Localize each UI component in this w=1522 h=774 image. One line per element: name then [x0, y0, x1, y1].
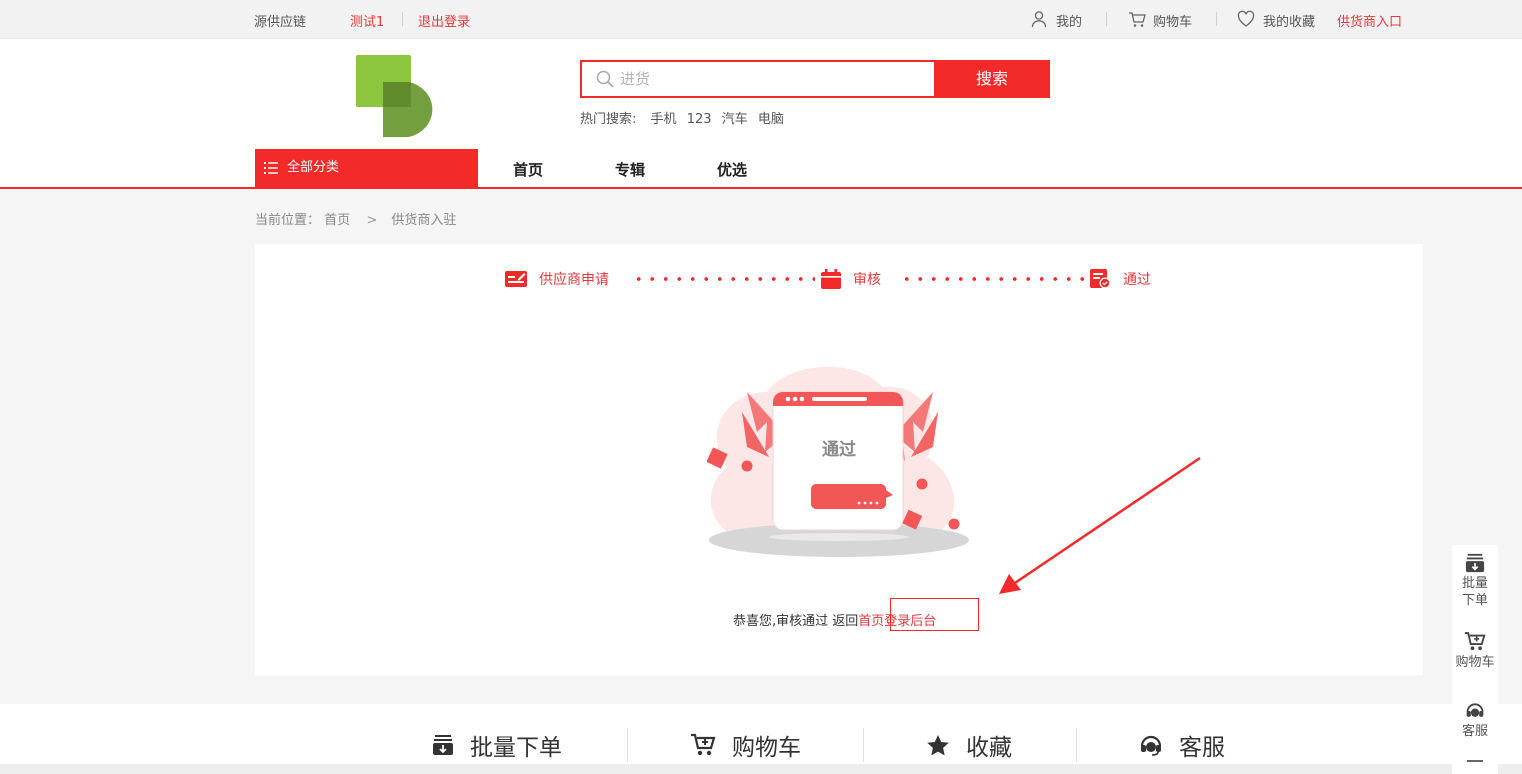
step-connector	[900, 277, 1085, 281]
list-icon	[264, 162, 278, 174]
site-brand-link[interactable]: 源供应链	[254, 11, 306, 30]
footer-label: 购物车	[732, 735, 801, 761]
step-review: 审核	[821, 269, 881, 289]
cart-icon	[1129, 12, 1146, 27]
illustration-card-text: 通过	[822, 440, 856, 460]
cart-add-icon	[691, 733, 716, 756]
nav-item-featured[interactable]: 优选	[717, 159, 747, 180]
footer-label: 收藏	[966, 735, 1012, 761]
site-logo[interactable]	[355, 55, 441, 137]
float-batch-order[interactable]: 批量 下单	[1452, 553, 1498, 609]
float-label: 下单	[1461, 593, 1488, 608]
user-name-link[interactable]: 测试1	[350, 11, 384, 30]
search-box	[580, 60, 936, 98]
float-label: 批量	[1461, 576, 1488, 591]
float-cart[interactable]: 购物车	[1452, 631, 1498, 671]
step-passed: 通过	[1090, 269, 1151, 289]
calendar-icon	[821, 269, 841, 289]
star-icon	[927, 734, 949, 755]
footer-quick-links: 批量下单 购物车 收藏 客服	[0, 704, 1522, 764]
nav-item-album[interactable]: 专辑	[615, 159, 645, 180]
annotation-arrow	[999, 456, 1201, 594]
divider	[863, 728, 864, 762]
hot-term-link[interactable]: 电脑	[758, 112, 784, 127]
breadcrumb-home[interactable]: 首页	[324, 213, 350, 228]
batch-order-icon	[433, 735, 453, 755]
main-nav: 全部分类 首页 专辑 优选	[0, 149, 1522, 189]
top-bar: 源供应链 测试1 退出登录 我的 购物车 我的收藏 供货商入口	[0, 0, 1522, 39]
floating-toolbar: 批量 下单 购物车 客服	[1452, 545, 1498, 774]
footer-cart[interactable]: 购物车	[690, 728, 801, 762]
search-icon	[596, 70, 614, 88]
user-icon	[1031, 11, 1047, 28]
step-label: 审核	[853, 272, 881, 288]
footer-label: 批量下单	[470, 735, 562, 761]
cart-link[interactable]: 购物车	[1153, 11, 1192, 30]
approved-illustration: 通过	[707, 366, 969, 557]
step-apply: 供应商申请	[505, 269, 609, 289]
footer-favorites[interactable]: 收藏	[926, 728, 1012, 762]
approved-document-icon	[1090, 269, 1111, 289]
float-service[interactable]: 客服	[1452, 701, 1498, 740]
headset-icon	[1466, 703, 1484, 717]
nav-item-home[interactable]: 首页	[513, 159, 543, 180]
step-label: 通过	[1123, 272, 1151, 288]
divider	[1106, 12, 1107, 26]
hot-search-label: 热门搜索:	[580, 112, 637, 127]
footer-batch-order[interactable]: 批量下单	[432, 728, 562, 762]
all-categories-label: 全部分类	[287, 160, 340, 175]
step-connector	[632, 277, 815, 281]
hot-term-link[interactable]: 123	[687, 112, 712, 127]
hot-term-link[interactable]: 汽车	[722, 112, 748, 127]
content-panel: 供应商申请 审核 通过 通过 恭喜您,审核通过 返回首页登录后台	[255, 244, 1423, 675]
breadcrumb-current: 供货商入驻	[391, 213, 457, 228]
application-form-icon	[505, 271, 527, 287]
search-button[interactable]: 搜索	[934, 60, 1050, 98]
cart-add-icon	[1464, 632, 1486, 651]
breadcrumb: 当前位置： 首页 > 供货商入驻	[255, 209, 456, 228]
divider	[627, 728, 628, 762]
hot-term-link[interactable]: 手机	[651, 112, 677, 127]
divider	[1216, 12, 1217, 26]
heart-icon	[1237, 10, 1255, 27]
divider	[402, 12, 403, 26]
home-link[interactable]: 首页	[858, 614, 884, 629]
highlight-box	[890, 598, 979, 631]
result-text: 恭喜您,审核通过 返回	[733, 614, 859, 629]
float-label: 购物车	[1455, 655, 1495, 670]
favorites-link[interactable]: 我的收藏	[1263, 11, 1315, 30]
step-label: 供应商申请	[539, 272, 609, 288]
headset-icon	[1140, 735, 1162, 756]
all-categories-button[interactable]: 全部分类	[255, 149, 478, 187]
header: 搜索 热门搜索: 手机 123 汽车 电脑	[0, 39, 1522, 149]
hot-search: 热门搜索: 手机 123 汽车 电脑	[580, 108, 790, 127]
chevron-right-icon: >	[366, 213, 378, 228]
logout-link[interactable]: 退出登录	[418, 11, 470, 30]
float-label: 客服	[1461, 724, 1488, 739]
footer-label: 客服	[1179, 735, 1225, 761]
my-account-link[interactable]: 我的	[1056, 11, 1082, 30]
search-input[interactable]	[620, 62, 920, 96]
footer-service[interactable]: 客服	[1139, 728, 1225, 762]
bottom-bar	[0, 764, 1522, 774]
batch-order-icon	[1465, 553, 1485, 573]
divider	[1076, 728, 1077, 762]
supplier-entry-link[interactable]: 供货商入口	[1337, 11, 1402, 30]
breadcrumb-label: 当前位置：	[255, 213, 321, 228]
menu-icon[interactable]	[1467, 760, 1483, 762]
